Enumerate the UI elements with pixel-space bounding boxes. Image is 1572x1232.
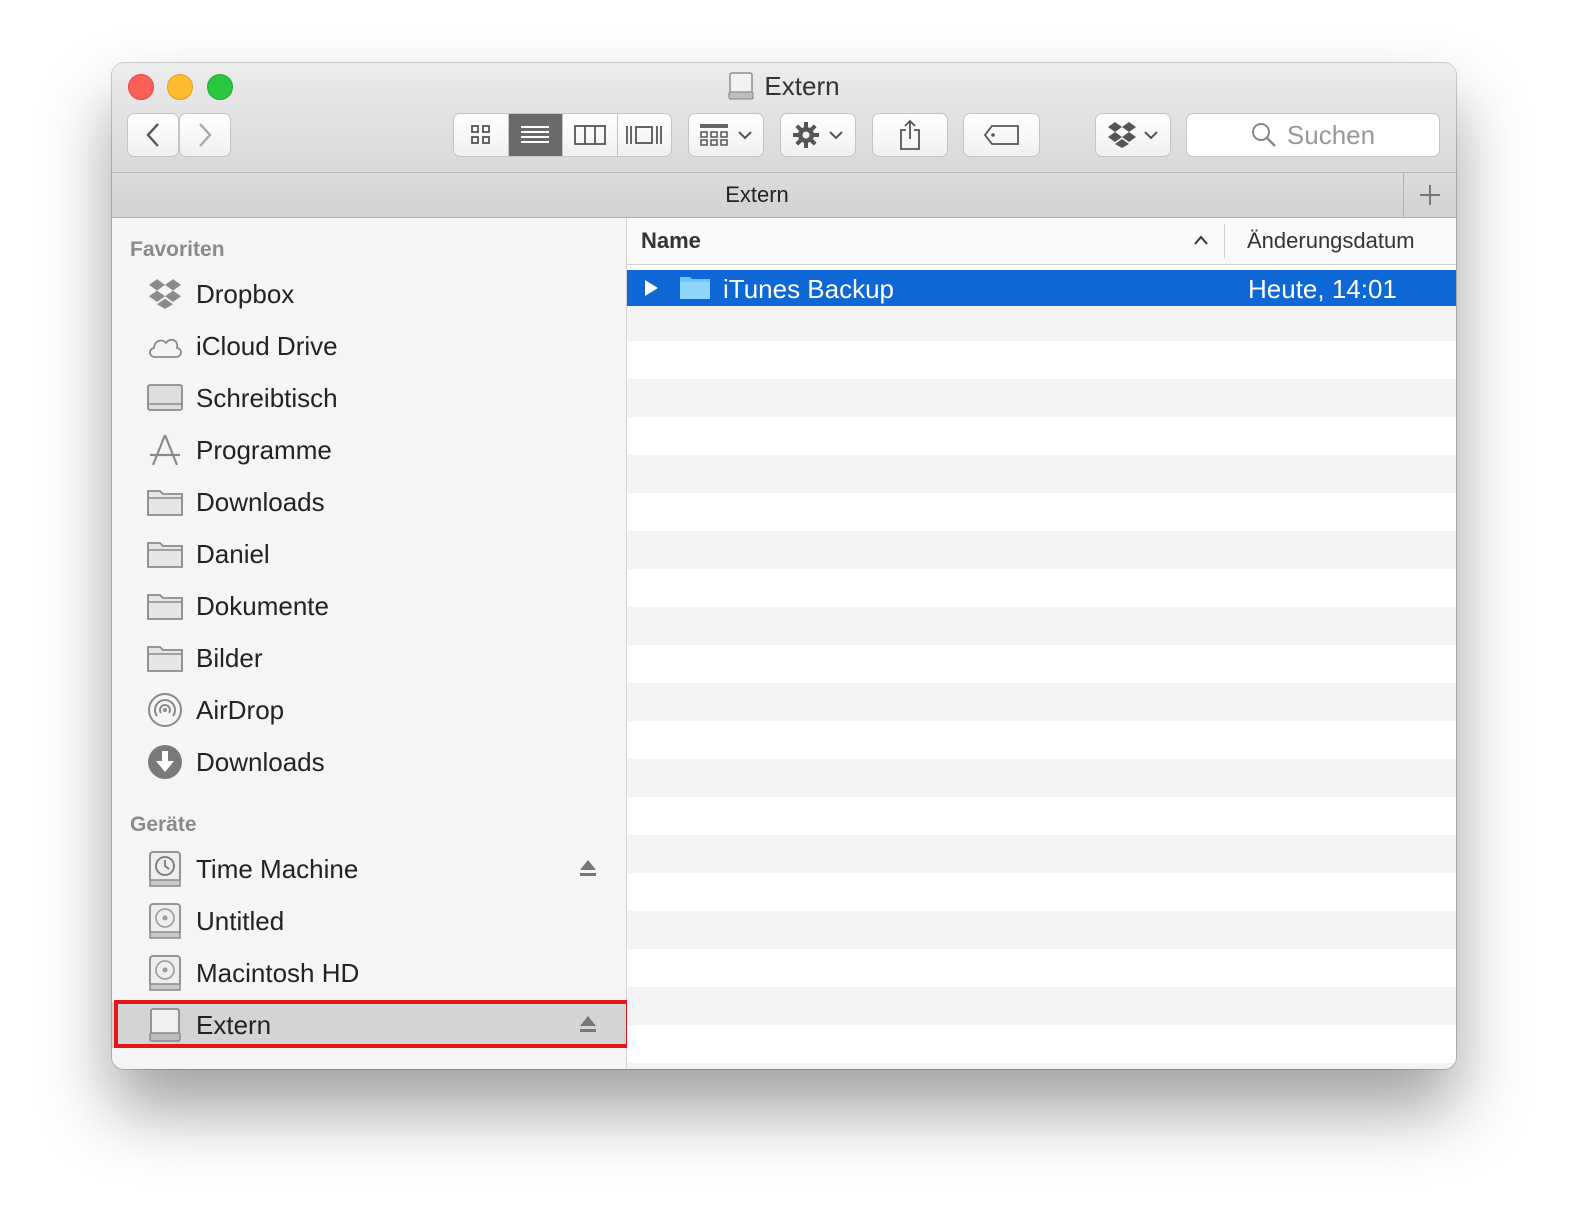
action-button[interactable] <box>780 113 856 157</box>
external-drive-icon <box>728 72 755 100</box>
column-view-button[interactable] <box>563 114 618 156</box>
sidebar: Favoriten Dropbox iCloud Drive Schreibti… <box>112 218 630 1069</box>
gear-icon <box>793 122 819 148</box>
arrange-button[interactable] <box>688 113 764 157</box>
window-title: Extern <box>112 71 1456 101</box>
sidebar-item-label: iCloud Drive <box>196 331 338 361</box>
sidebar-item-label: Downloads <box>196 487 325 517</box>
list-view-icon <box>521 126 550 143</box>
search-field[interactable]: Suchen <box>1186 113 1440 157</box>
dropbox-icon <box>146 276 184 312</box>
sidebar-item-label: Daniel <box>196 539 270 569</box>
desktop-icon <box>146 380 184 416</box>
external-drive-icon <box>146 1007 184 1043</box>
dropbox-button[interactable] <box>1095 113 1171 157</box>
sidebar-item-time-machine[interactable]: Time Machine <box>112 846 626 892</box>
window-title-text: Extern <box>764 71 840 101</box>
sidebar-item-schreibtisch[interactable]: Schreibtisch <box>112 375 626 421</box>
sidebar-item-label: Time Machine <box>196 854 359 884</box>
chevron-down-icon <box>738 131 752 140</box>
search-placeholder: Suchen <box>1286 119 1376 150</box>
folder-icon <box>146 640 184 676</box>
sidebar-item-label: Dropbox <box>196 279 295 309</box>
search-icon <box>1251 123 1276 147</box>
sidebar-item-icloud-drive[interactable]: iCloud Drive <box>112 323 626 369</box>
file-rows: iTunes Backup Heute, 14:01 <box>627 265 1456 1069</box>
sort-ascending-icon <box>1193 233 1209 251</box>
sidebar-item-dropbox[interactable]: Dropbox <box>112 271 626 317</box>
folder-icon <box>146 484 184 520</box>
icon-view-button[interactable] <box>454 114 509 156</box>
sidebar-item-label: Downloads <box>196 747 325 777</box>
column-name-header[interactable]: Name <box>641 228 701 254</box>
folder-icon <box>146 536 184 572</box>
devices-header: Geräte <box>130 813 197 836</box>
chevron-right-icon <box>199 123 212 147</box>
chevron-down-icon <box>829 131 843 140</box>
sidebar-item-label: Programme <box>196 435 332 465</box>
sidebar-item-daniel[interactable]: Daniel <box>112 531 626 577</box>
column-date-header[interactable]: Änderungsdatum <box>1247 228 1415 254</box>
sidebar-item-label: Extern <box>196 1010 272 1040</box>
eject-icon[interactable] <box>578 1014 598 1039</box>
arrange-icon <box>700 124 728 146</box>
dropbox-icon <box>1108 122 1136 148</box>
sidebar-item-downloads-stack[interactable]: Downloads <box>112 739 626 785</box>
time-machine-icon <box>146 851 184 887</box>
sidebar-item-label: AirDrop <box>196 695 285 725</box>
tag-icon <box>983 125 1019 145</box>
icon-view-icon <box>470 125 490 144</box>
share-icon <box>900 119 920 150</box>
folder-icon <box>679 274 711 305</box>
column-header: Name Änderungsdatum <box>627 218 1456 265</box>
sidebar-item-airdrop[interactable]: AirDrop <box>112 687 626 733</box>
view-mode-control <box>453 113 672 157</box>
sidebar-item-downloads[interactable]: Downloads <box>112 479 626 525</box>
sidebar-item-dokumente[interactable]: Dokumente <box>112 583 626 629</box>
title-bar: Extern Suchen <box>112 63 1456 173</box>
plus-icon <box>1420 185 1440 205</box>
sidebar-item-programme[interactable]: Programme <box>112 427 626 473</box>
airdrop-icon <box>146 692 184 728</box>
sidebar-item-bilder[interactable]: Bilder <box>112 635 626 681</box>
file-date: Heute, 14:01 <box>1248 274 1397 304</box>
column-view-icon <box>573 125 606 145</box>
tab-title[interactable]: Extern <box>112 182 1402 208</box>
file-row-itunes-backup[interactable]: iTunes Backup Heute, 14:01 <box>627 270 1456 306</box>
eject-icon[interactable] <box>578 858 598 883</box>
sidebar-item-label: Bilder <box>196 643 263 673</box>
hard-drive-icon <box>146 955 184 991</box>
coverflow-view-button[interactable] <box>618 114 672 156</box>
sidebar-item-label: Dokumente <box>196 591 329 621</box>
hard-drive-icon <box>146 903 184 939</box>
cloud-icon <box>146 328 184 364</box>
file-list: Name Änderungsdatum iTunes Backup Heute,… <box>627 218 1456 1069</box>
applications-icon <box>146 432 184 468</box>
folder-icon <box>146 588 184 624</box>
sidebar-item-label: Macintosh HD <box>196 958 360 988</box>
list-view-button[interactable] <box>508 114 563 156</box>
forward-button[interactable] <box>179 113 231 157</box>
sidebar-item-extern[interactable]: Extern <box>112 1002 626 1048</box>
sidebar-item-label: Schreibtisch <box>196 383 338 413</box>
new-tab-button[interactable] <box>1403 173 1456 217</box>
coverflow-view-icon <box>626 126 663 144</box>
sidebar-item-label: Untitled <box>196 906 285 936</box>
tag-button[interactable] <box>963 113 1040 157</box>
finder-window: Extern Suchen Extern Favoriten Dropbox i… <box>112 63 1456 1069</box>
tab-bar: Extern <box>112 173 1456 218</box>
column-separator <box>1224 224 1225 258</box>
share-button[interactable] <box>872 113 948 157</box>
disclosure-triangle-icon[interactable] <box>643 279 659 302</box>
back-button[interactable] <box>127 113 179 157</box>
download-icon <box>146 744 184 780</box>
file-name: iTunes Backup <box>723 274 895 304</box>
chevron-down-icon <box>1144 131 1158 140</box>
favorites-header: Favoriten <box>130 238 225 261</box>
sidebar-item-untitled[interactable]: Untitled <box>112 898 626 944</box>
chevron-left-icon <box>146 123 159 147</box>
sidebar-item-macintosh-hd[interactable]: Macintosh HD <box>112 950 626 996</box>
